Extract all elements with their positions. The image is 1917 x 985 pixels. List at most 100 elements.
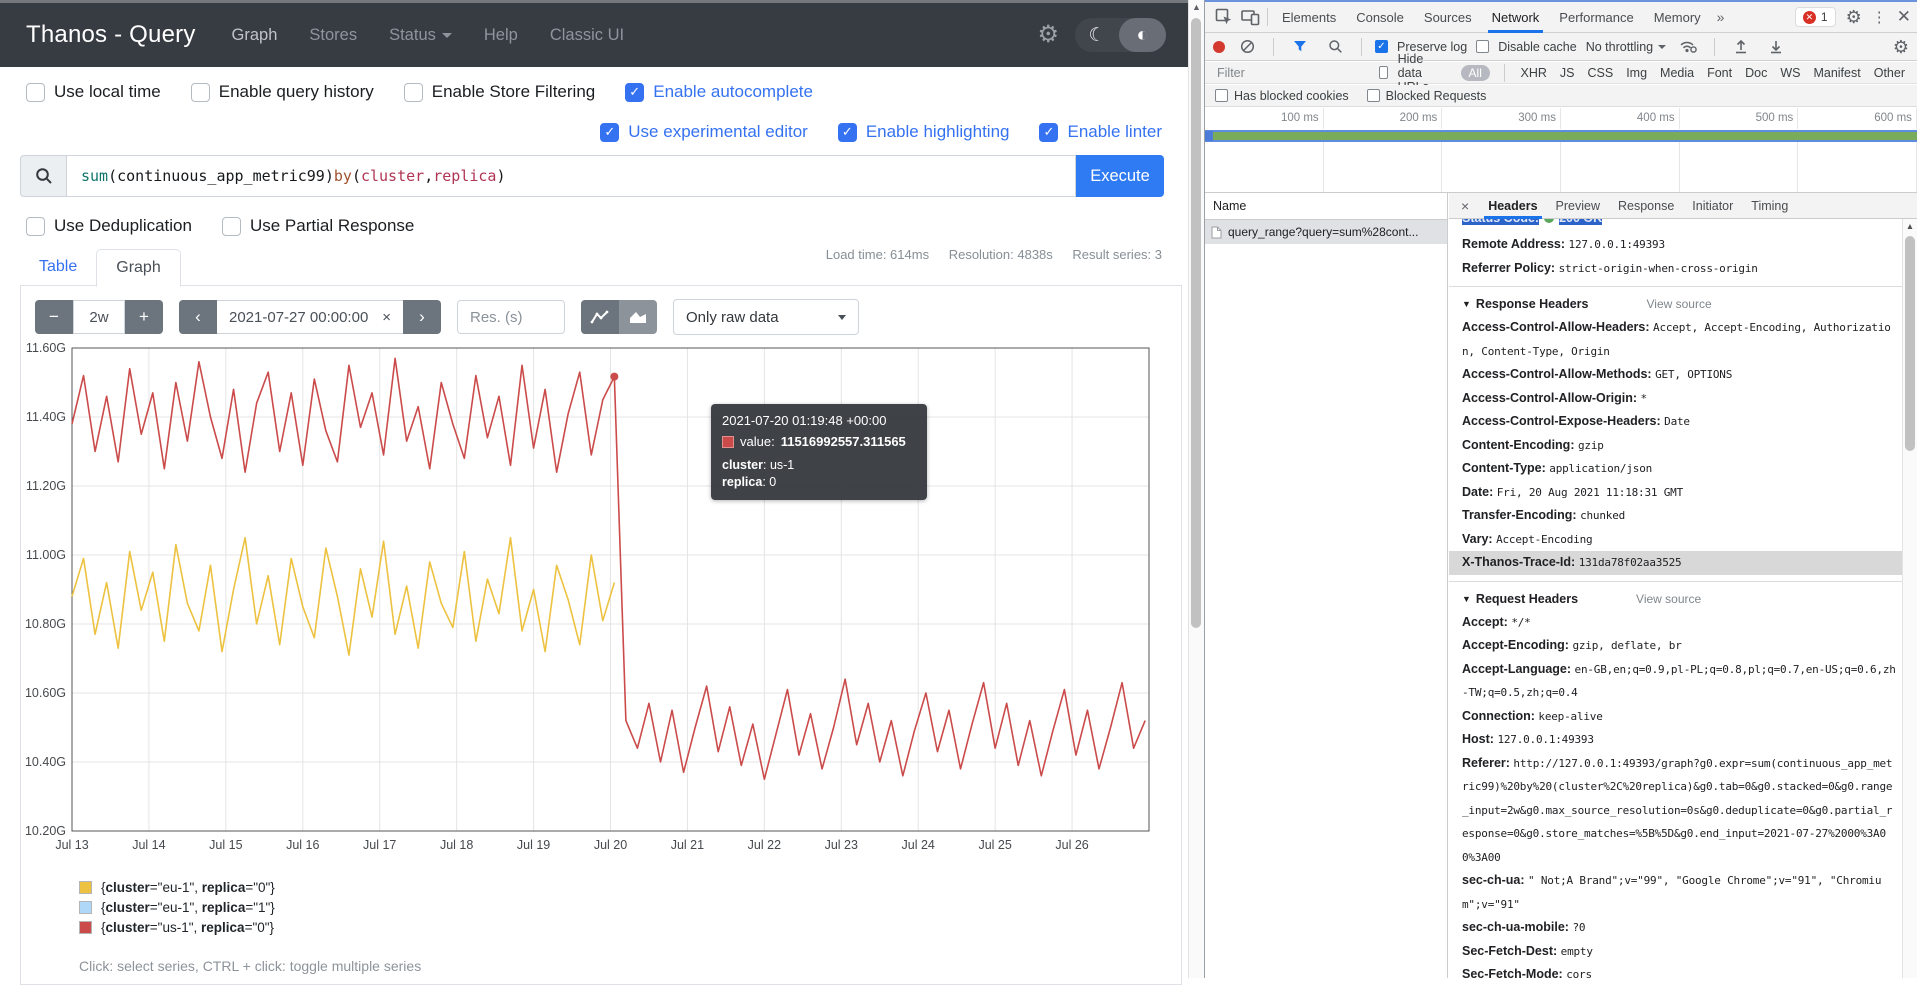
devtools-tab-console[interactable]: Console — [1346, 2, 1414, 33]
network-overview-band[interactable] — [1205, 130, 1917, 142]
scroll-up-arrow-icon[interactable]: ▲ — [1189, 0, 1204, 15]
kebab-menu-icon[interactable]: ⋮ — [1872, 8, 1887, 26]
checkbox[interactable] — [404, 83, 423, 102]
scrollbar-thumb[interactable] — [1191, 18, 1201, 628]
nav-item-graph[interactable]: Graph — [232, 26, 278, 45]
tab-table[interactable]: Table — [20, 249, 96, 286]
range-input[interactable]: 2w — [73, 300, 125, 334]
checkbox[interactable]: ✓ — [625, 83, 644, 102]
clear-time-icon[interactable]: × — [382, 309, 391, 326]
promql-query-input[interactable]: sum(continuous_app_metric99) by (cluster… — [66, 155, 1076, 197]
detail-tab-response[interactable]: Response — [1609, 193, 1683, 219]
filter-all-pill[interactable]: All — [1461, 65, 1490, 81]
network-search-icon[interactable] — [1322, 34, 1348, 60]
settings-gear-icon[interactable]: ⚙ — [1037, 23, 1059, 47]
headers-section-title[interactable]: ▼Response HeadersView source — [1462, 292, 1896, 316]
clear-network-log-icon[interactable] — [1234, 34, 1260, 60]
time-back-button[interactable]: ‹ — [179, 300, 217, 334]
network-settings-gear-icon[interactable]: ⚙ — [1893, 38, 1909, 56]
filter-type-css[interactable]: CSS — [1587, 66, 1613, 80]
auto-theme-contrast-icon[interactable]: ◐ — [1119, 18, 1166, 52]
checkbox[interactable] — [191, 83, 210, 102]
nav-item-stores[interactable]: Stores — [309, 26, 357, 45]
execute-button[interactable]: Execute — [1076, 155, 1164, 197]
detail-tab-preview[interactable]: Preview — [1547, 193, 1609, 219]
network-filter-input[interactable] — [1215, 65, 1369, 81]
checkbox[interactable] — [26, 83, 45, 102]
headers-section-title[interactable]: ▼Request HeadersView source — [1462, 587, 1896, 611]
checkbox[interactable]: ✓ — [600, 123, 619, 142]
devtools-tab-elements[interactable]: Elements — [1272, 2, 1346, 33]
dark-theme-moon-icon[interactable]: ☾ — [1075, 24, 1119, 47]
time-series-chart[interactable]: 11.60G11.40G11.20G11.00G10.80G10.60G10.4… — [21, 342, 1183, 858]
checkbox[interactable] — [1215, 89, 1228, 102]
filter-type-media[interactable]: Media — [1660, 66, 1694, 80]
import-har-icon[interactable] — [1728, 34, 1754, 60]
nav-item-status[interactable]: Status — [389, 26, 452, 45]
throttling-select[interactable]: No throttling — [1586, 40, 1666, 54]
filter-funnel-icon[interactable] — [1287, 34, 1313, 60]
filter-type-img[interactable]: Img — [1626, 66, 1647, 80]
option-enable-autocomplete[interactable]: ✓Enable autocomplete — [625, 82, 813, 102]
option-use-deduplication[interactable]: Use Deduplication — [26, 216, 192, 236]
legend-item[interactable]: {cluster="eu-1", replica="0"} — [79, 880, 275, 895]
checkbox[interactable]: ✓ — [838, 123, 857, 142]
tab-graph[interactable]: Graph — [96, 249, 180, 287]
close-detail-icon[interactable]: × — [1453, 198, 1477, 214]
option-blocked-requests[interactable]: Blocked Requests — [1367, 89, 1487, 103]
filter-type-xhr[interactable]: XHR — [1520, 66, 1546, 80]
inspect-element-icon[interactable] — [1211, 4, 1237, 30]
filter-type-js[interactable]: JS — [1560, 66, 1575, 80]
devtools-tab-performance[interactable]: Performance — [1549, 2, 1643, 33]
filter-type-ws[interactable]: WS — [1780, 66, 1800, 80]
option-has-blocked-cookies[interactable]: Has blocked cookies — [1215, 89, 1349, 103]
detail-scrollbar[interactable]: ▲ — [1902, 219, 1917, 978]
range-increase-button[interactable]: + — [125, 300, 163, 334]
scroll-up-arrow-icon[interactable]: ▲ — [1903, 219, 1917, 233]
range-decrease-button[interactable]: − — [35, 300, 73, 334]
devtools-tab-network[interactable]: Network — [1482, 2, 1550, 33]
view-source-link[interactable]: View source — [1636, 592, 1701, 606]
network-conditions-icon[interactable] — [1675, 34, 1701, 60]
line-chart-button[interactable] — [581, 300, 619, 334]
name-column-header[interactable]: Name — [1205, 193, 1447, 220]
nav-item-classic-ui[interactable]: Classic UI — [550, 26, 624, 45]
disable-cache-label[interactable]: Disable cache — [1498, 40, 1577, 54]
checkbox[interactable] — [26, 217, 45, 236]
time-forward-button[interactable]: › — [403, 300, 441, 334]
left-panel-scrollbar[interactable]: ▲ — [1188, 0, 1204, 978]
devtools-tab-sources[interactable]: Sources — [1414, 2, 1482, 33]
filter-type-manifest[interactable]: Manifest — [1813, 66, 1860, 80]
filter-type-font[interactable]: Font — [1707, 66, 1732, 80]
devtools-tab-memory[interactable]: Memory — [1644, 2, 1711, 33]
scrollbar-thumb[interactable] — [1905, 236, 1915, 451]
devtools-close-icon[interactable]: ✕ — [1897, 7, 1911, 27]
detail-tab-timing[interactable]: Timing — [1742, 193, 1797, 219]
checkbox[interactable] — [1367, 89, 1380, 102]
disable-cache-checkbox[interactable] — [1476, 40, 1489, 53]
hide-data-urls-checkbox[interactable] — [1379, 66, 1388, 79]
more-tabs-icon[interactable]: » — [1711, 9, 1731, 25]
raw-data-select[interactable]: Only raw data — [673, 299, 859, 335]
filter-type-other[interactable]: Other — [1874, 66, 1905, 80]
datetime-input[interactable]: 2021-07-27 00:00:00 × — [217, 300, 403, 334]
detail-tab-initiator[interactable]: Initiator — [1683, 193, 1742, 219]
option-enable-store-filtering[interactable]: Enable Store Filtering — [404, 82, 595, 102]
detail-tab-headers[interactable]: Headers — [1479, 193, 1546, 219]
option-enable-query-history[interactable]: Enable query history — [191, 82, 374, 102]
filter-type-doc[interactable]: Doc — [1745, 66, 1767, 80]
legend-item[interactable]: {cluster="eu-1", replica="1"} — [79, 900, 275, 915]
preserve-log-checkbox[interactable]: ✓ — [1375, 40, 1388, 53]
stacked-chart-button[interactable] — [619, 300, 657, 334]
option-use-local-time[interactable]: Use local time — [26, 82, 161, 102]
export-har-icon[interactable] — [1763, 34, 1789, 60]
view-source-link[interactable]: View source — [1646, 297, 1711, 311]
option-use-experimental-editor[interactable]: ✓Use experimental editor — [600, 122, 808, 142]
checkbox[interactable]: ✓ — [1039, 123, 1058, 142]
request-row[interactable]: query_range?query=sum%28cont... — [1205, 220, 1447, 244]
devtools-settings-gear-icon[interactable]: ⚙ — [1846, 8, 1862, 26]
resolution-input[interactable] — [457, 300, 565, 334]
checkbox[interactable] — [222, 217, 241, 236]
nav-item-help[interactable]: Help — [484, 26, 518, 45]
option-enable-linter[interactable]: ✓Enable linter — [1039, 122, 1162, 142]
